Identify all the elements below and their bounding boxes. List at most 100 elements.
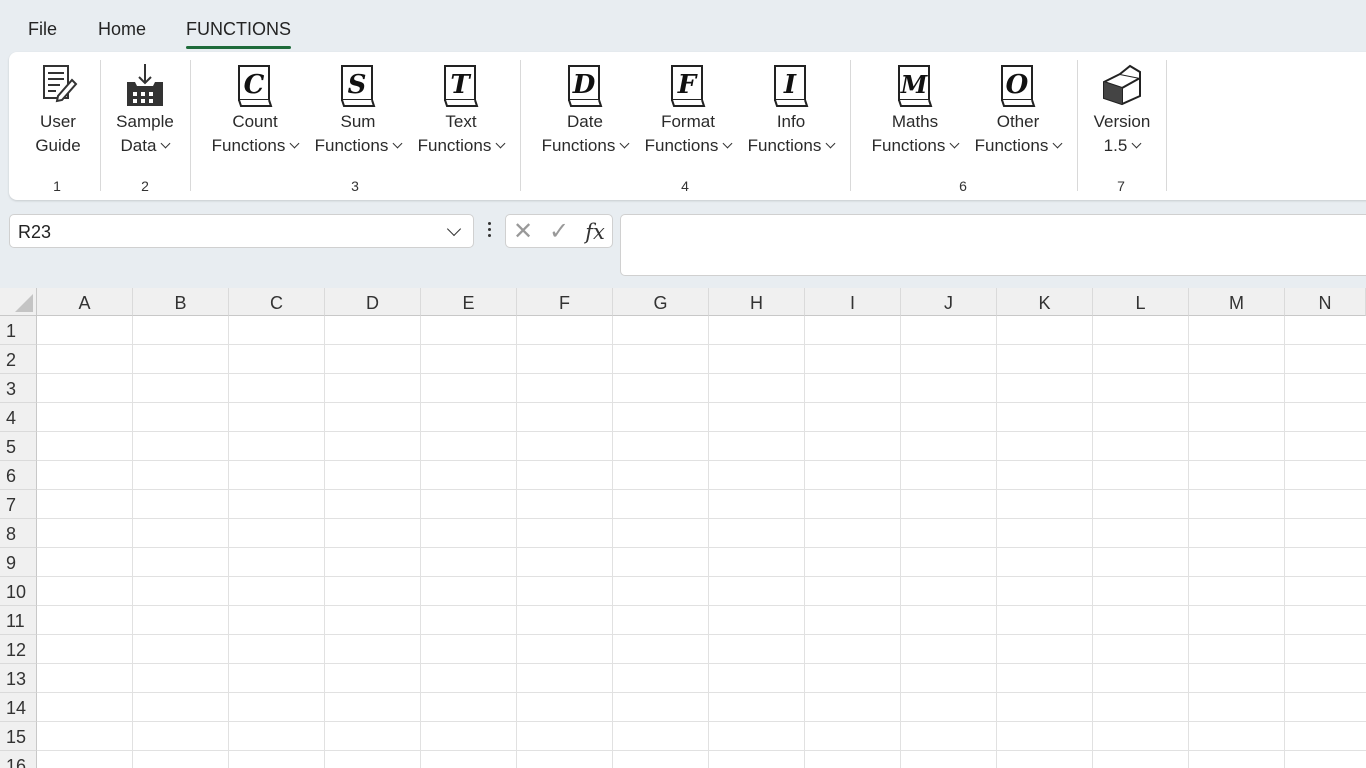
format-functions-label-1: Format bbox=[661, 112, 715, 131]
tab-functions[interactable]: FUNCTIONS bbox=[186, 19, 291, 49]
column-header[interactable]: D bbox=[325, 288, 421, 316]
format-functions-label-2: Functions bbox=[638, 134, 738, 158]
book-letter: O bbox=[1006, 70, 1029, 100]
count-functions-label-2: Functions bbox=[205, 134, 305, 158]
row-header[interactable]: 2 bbox=[0, 345, 37, 374]
select-all-corner[interactable] bbox=[0, 288, 37, 316]
sum-functions-label-1: Sum bbox=[340, 112, 376, 131]
spreadsheet-grid[interactable]: ABCDEFGHIJKLMN 1 2 3 4 5 6 7 8 9 10 11 12 13 14 15 16 bbox=[0, 288, 1366, 768]
formula-input[interactable] bbox=[620, 214, 1366, 276]
text-functions-button[interactable]: T Text Functions bbox=[411, 62, 511, 158]
column-header[interactable]: L bbox=[1093, 288, 1189, 316]
chevron-down-icon bbox=[825, 138, 836, 149]
chevron-down-icon bbox=[392, 138, 403, 149]
row-header[interactable]: 4 bbox=[0, 403, 37, 432]
row-header[interactable]: 7 bbox=[0, 490, 37, 519]
row-header[interactable]: 11 bbox=[0, 606, 37, 635]
row-header[interactable]: 14 bbox=[0, 693, 37, 722]
more-options-icon[interactable] bbox=[486, 222, 492, 240]
column-header[interactable]: E bbox=[421, 288, 517, 316]
grid-vline bbox=[228, 316, 229, 768]
tab-functions-label: FUNCTIONS bbox=[186, 19, 291, 39]
grid-hline bbox=[37, 634, 1366, 635]
tab-file[interactable]: File bbox=[28, 19, 57, 40]
book-c-icon: C bbox=[238, 65, 273, 107]
column-header[interactable]: F bbox=[517, 288, 613, 316]
user-guide-button[interactable]: User Guide bbox=[32, 62, 84, 158]
grid-hline bbox=[37, 547, 1366, 548]
grid-hline bbox=[37, 402, 1366, 403]
row-header[interactable]: 3 bbox=[0, 374, 37, 403]
other-functions-label-2: Functions bbox=[968, 134, 1068, 158]
grid-hline bbox=[37, 344, 1366, 345]
other-functions-label-1: Other bbox=[996, 112, 1040, 131]
group-separator bbox=[520, 60, 521, 191]
column-header[interactable]: N bbox=[1285, 288, 1366, 316]
maths-functions-label-2: Functions bbox=[865, 134, 965, 158]
confirm-icon[interactable]: ✓ bbox=[546, 219, 572, 245]
grid-vline bbox=[1188, 316, 1189, 768]
tab-home[interactable]: Home bbox=[98, 19, 146, 40]
format-functions-button[interactable]: F Format Functions bbox=[638, 62, 738, 158]
other-functions-button[interactable]: O Other Functions bbox=[968, 62, 1068, 158]
grid-vline bbox=[132, 316, 133, 768]
info-functions-label-1: Info bbox=[776, 112, 806, 131]
column-header[interactable]: C bbox=[229, 288, 325, 316]
column-header[interactable]: M bbox=[1189, 288, 1285, 316]
sample-data-label-2: Data bbox=[112, 134, 178, 158]
chevron-down-icon bbox=[619, 138, 630, 149]
info-functions-button[interactable]: I Info Functions bbox=[741, 62, 841, 158]
row-header[interactable]: 12 bbox=[0, 635, 37, 664]
book-letter: D bbox=[572, 70, 596, 100]
book-d-icon: D bbox=[568, 65, 603, 107]
group-separator bbox=[1077, 60, 1078, 191]
insert-function-icon[interactable]: fx bbox=[582, 219, 608, 245]
row-header[interactable]: 16 bbox=[0, 751, 37, 768]
other-functions-label-2-text: Functions bbox=[974, 136, 1049, 155]
maths-functions-button[interactable]: M Maths Functions bbox=[865, 62, 965, 158]
count-functions-button[interactable]: C Count Functions bbox=[205, 62, 305, 158]
count-functions-label-2-text: Functions bbox=[211, 136, 286, 155]
cancel-icon[interactable]: ✕ bbox=[510, 219, 536, 245]
row-header[interactable]: 13 bbox=[0, 664, 37, 693]
text-functions-label-1: Text bbox=[445, 112, 477, 131]
menu-bar: File Home FUNCTIONS bbox=[0, 0, 1366, 50]
chevron-down-icon bbox=[722, 138, 733, 149]
row-header[interactable]: 9 bbox=[0, 548, 37, 577]
sample-data-button[interactable]: Sample Data bbox=[112, 62, 178, 158]
grid-vline bbox=[804, 316, 805, 768]
sum-functions-button[interactable]: S Sum Functions bbox=[308, 62, 408, 158]
date-functions-button[interactable]: D Date Functions bbox=[535, 62, 635, 158]
book-letter: C bbox=[244, 70, 265, 100]
import-data-icon bbox=[127, 64, 163, 106]
name-box[interactable]: R23 bbox=[9, 214, 474, 248]
column-header[interactable]: G bbox=[613, 288, 709, 316]
book-letter: M bbox=[900, 70, 929, 99]
column-header[interactable]: A bbox=[37, 288, 133, 316]
book-f-icon: F bbox=[671, 65, 706, 107]
version-button[interactable]: Version 1.5 bbox=[1089, 62, 1155, 158]
row-header[interactable]: 6 bbox=[0, 461, 37, 490]
chevron-down-icon bbox=[495, 138, 506, 149]
chevron-down-icon bbox=[1131, 138, 1142, 149]
row-header[interactable]: 8 bbox=[0, 519, 37, 548]
column-header[interactable]: I bbox=[805, 288, 901, 316]
column-header[interactable]: H bbox=[709, 288, 805, 316]
row-header[interactable]: 10 bbox=[0, 577, 37, 606]
row-header[interactable]: 5 bbox=[0, 432, 37, 461]
column-header[interactable]: B bbox=[133, 288, 229, 316]
column-header[interactable]: J bbox=[901, 288, 997, 316]
chevron-down-icon[interactable] bbox=[446, 221, 462, 237]
maths-functions-label-1: Maths bbox=[891, 112, 939, 131]
grid-vline bbox=[420, 316, 421, 768]
row-header[interactable]: 15 bbox=[0, 722, 37, 751]
row-header[interactable]: 1 bbox=[0, 316, 37, 345]
ribbon: User Guide Sample Data C Count Functions bbox=[9, 52, 1366, 200]
date-functions-label-2-text: Functions bbox=[541, 136, 616, 155]
book-s-icon: S bbox=[341, 65, 376, 107]
column-header[interactable]: K bbox=[997, 288, 1093, 316]
sample-data-label-2-text: Data bbox=[120, 136, 157, 155]
active-tab-indicator bbox=[186, 46, 291, 49]
book-o-icon: O bbox=[1001, 65, 1036, 107]
group-separator bbox=[850, 60, 851, 191]
